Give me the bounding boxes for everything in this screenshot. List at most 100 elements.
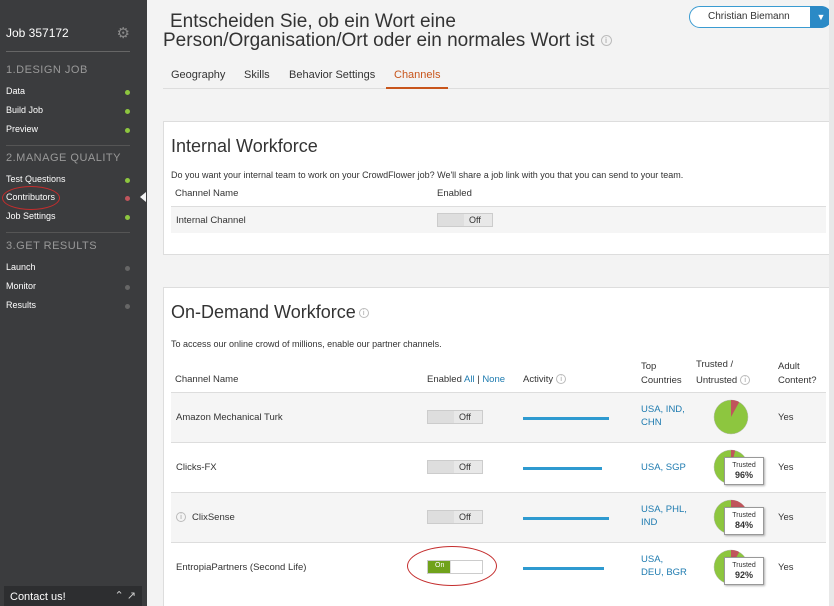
sidebar-item-monitor[interactable]: Monitor: [6, 281, 130, 297]
sidebar-item-label: Results: [6, 300, 37, 310]
toggle-knob: [428, 511, 454, 523]
divider: [6, 145, 130, 146]
enable-none-link[interactable]: None: [482, 374, 505, 385]
sidebar-item-job-settings[interactable]: Job Settings: [6, 211, 130, 227]
info-icon[interactable]: i: [556, 374, 567, 385]
enable-toggle[interactable]: Off: [427, 410, 483, 424]
table-row: EntropiaPartners (Second Life) On USA, DEU,…: [171, 542, 826, 592]
sidebar-item-label: Monitor: [6, 281, 37, 291]
trusted-percent: 96%: [734, 470, 753, 480]
annotation-circle: [2, 186, 60, 210]
page-title-line2: Person/Organisation/Ort oder ein normale…: [163, 30, 595, 51]
enable-toggle[interactable]: Off: [437, 213, 493, 227]
trusted-percent: 92%: [734, 570, 753, 580]
col-header-enabled: Enabled: [437, 188, 472, 199]
gear-icon[interactable]: ⚙: [117, 24, 130, 42]
top-countries-link[interactable]: USA, DEU, BGR: [641, 553, 687, 579]
content-label: Content?: [778, 375, 817, 386]
adult-content-value: Yes: [778, 412, 794, 423]
adult-content-value: Yes: [778, 462, 794, 473]
section-title-get-results: 3.GET RESULTS: [6, 240, 98, 252]
country-text: USA,: [641, 554, 664, 565]
activity-bar: [523, 517, 609, 520]
status-dot-icon: [125, 285, 130, 290]
tab-channels[interactable]: Channels: [386, 66, 449, 89]
status-dot-icon: [125, 128, 130, 133]
trusted-pie-chart[interactable]: [713, 399, 749, 435]
trusted-percent: 84%: [734, 520, 753, 530]
country-text: IND: [641, 517, 658, 528]
enable-all-link[interactable]: All: [464, 374, 475, 385]
info-icon[interactable]: i: [176, 512, 186, 523]
channel-name-text: ClixSense: [192, 512, 235, 523]
col-header-trusted: Trusted / Untrusted i: [696, 357, 751, 389]
enable-toggle[interactable]: Off: [427, 460, 483, 474]
sidebar-item-label: Preview: [6, 124, 39, 134]
page-title: Entscheiden Sie, ob ein Wort eine Person…: [163, 12, 663, 50]
activity-label: Activity: [523, 374, 554, 385]
internal-workforce-panel: Internal Workforce Do you want your inte…: [163, 121, 834, 255]
toggle-label: Off: [459, 512, 471, 522]
channel-name-text: EntropiaPartners (Second Life): [176, 562, 307, 573]
country-text: CHN: [641, 417, 662, 428]
channel-name: i ClixSense: [176, 512, 235, 523]
ondemand-heading: On-Demand Workforce i: [171, 302, 369, 323]
adult-label: Adult: [778, 361, 800, 372]
sidebar-item-preview[interactable]: Preview: [6, 124, 130, 140]
table-row: i ClixSense Off USA, PHL, IND Trusted 84% Yes: [171, 492, 826, 542]
tab-behavior-settings[interactable]: Behavior Settings: [281, 66, 383, 89]
ondemand-heading-text: On-Demand Workforce: [171, 302, 356, 322]
col-header-channel-name: Channel Name: [175, 188, 239, 199]
sidebar-item-data[interactable]: Data: [6, 86, 130, 102]
activity-bar: [523, 567, 604, 570]
tooltip-label: Trusted: [732, 562, 756, 569]
toggle-knob: [428, 411, 454, 423]
channel-name: EntropiaPartners (Second Life): [176, 562, 306, 573]
top-countries-link[interactable]: USA, SGP: [641, 461, 686, 474]
enable-toggle[interactable]: Off: [427, 510, 483, 524]
country-text: DEU, BGR: [641, 567, 687, 578]
trusted-label: Trusted /: [696, 359, 734, 370]
sidebar-item-label: Data: [6, 86, 26, 96]
info-icon[interactable]: i: [600, 35, 612, 47]
channel-name: Clicks-FX: [176, 462, 217, 473]
table-row: Amazon Mechanical Turk Off USA, IND, CHN Yes: [171, 392, 826, 442]
user-menu-button[interactable]: Christian Biemann ▼: [689, 6, 832, 28]
tooltip-label: Trusted: [732, 462, 756, 469]
top-countries-link[interactable]: USA, PHL, IND: [641, 503, 687, 529]
toggle-label: Off: [469, 215, 481, 225]
table-row: Internal Channel Off: [171, 206, 826, 233]
user-name: Christian Biemann: [708, 11, 790, 22]
channel-name: Amazon Mechanical Turk: [176, 412, 283, 423]
info-icon[interactable]: i: [740, 375, 751, 386]
top-label: Top: [641, 361, 657, 372]
sidebar-item-results[interactable]: Results: [6, 300, 130, 316]
info-icon[interactable]: i: [358, 308, 369, 319]
sidebar-item-label: Build Job: [6, 105, 44, 115]
col-header-top-countries: Top Countries: [641, 360, 682, 388]
col-header-activity: Activity i: [523, 374, 567, 385]
tab-geography[interactable]: Geography: [163, 66, 233, 89]
sidebar-item-launch[interactable]: Launch: [6, 262, 130, 278]
divider: [6, 232, 130, 233]
table-row: Clicks-FX Off USA, SGP Trusted 96% Yes: [171, 442, 826, 492]
tab-skills[interactable]: Skills: [236, 66, 278, 89]
channel-name: Internal Channel: [176, 215, 246, 226]
toggle-knob: [428, 461, 454, 473]
enabled-label: Enabled: [427, 374, 462, 385]
collapse-icons[interactable]: ⌃ ↗: [115, 589, 137, 602]
status-dot-icon: [125, 196, 130, 201]
trusted-tooltip: Trusted 84%: [724, 507, 764, 535]
sidebar-item-label: Launch: [6, 262, 36, 272]
contact-button[interactable]: Contact us! ⌃ ↗: [4, 586, 142, 606]
trusted-tooltip: Trusted 92%: [724, 557, 764, 585]
status-dot-icon: [125, 266, 130, 271]
sidebar-item-build-job[interactable]: Build Job: [6, 105, 130, 121]
scrollbar[interactable]: [829, 0, 834, 606]
status-dot-icon: [125, 90, 130, 95]
top-countries-link[interactable]: USA, IND, CHN: [641, 403, 685, 429]
country-text: USA, PHL,: [641, 504, 687, 515]
country-text: USA, SGP: [641, 462, 686, 473]
tab-bar: Geography Skills Behavior Settings Chann…: [163, 66, 834, 89]
activity-bar: [523, 417, 609, 420]
